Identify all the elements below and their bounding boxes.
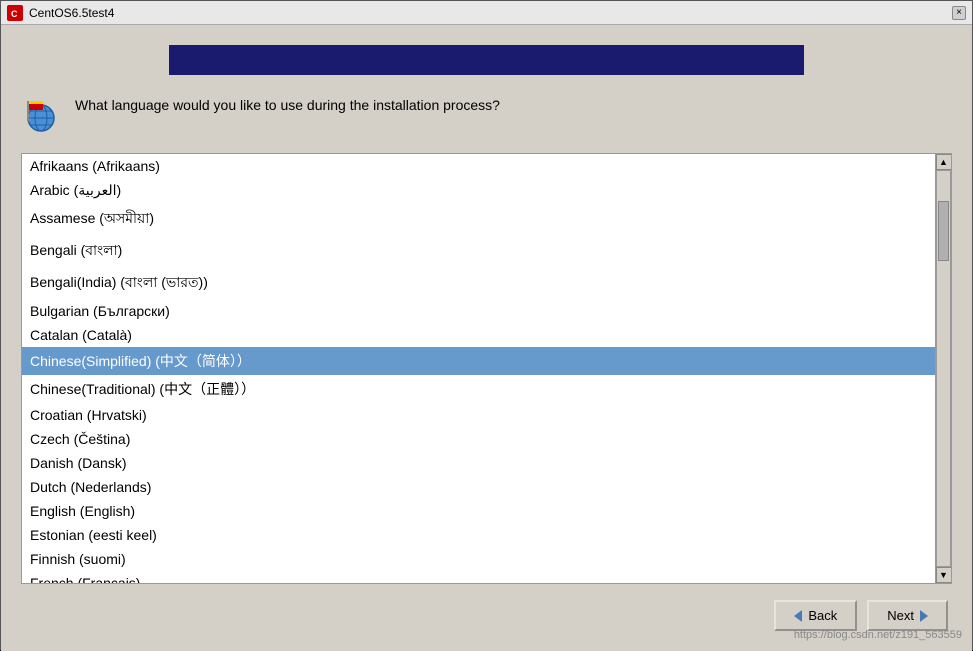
- flag-icon: [21, 95, 61, 135]
- watermark: https://blog.csdn.net/z191_563559: [794, 629, 962, 641]
- language-list-container: Afrikaans (Afrikaans)Arabic (العربية)Ass…: [21, 153, 952, 584]
- scroll-thumb[interactable]: [938, 201, 949, 261]
- language-item-arabic[interactable]: Arabic (العربية): [22, 178, 935, 203]
- language-item-chinese-traditional[interactable]: Chinese(Traditional) (中文（正體））: [22, 375, 935, 403]
- question-text: What language would you like to use duri…: [75, 95, 500, 116]
- content-area: What language would you like to use duri…: [1, 25, 972, 651]
- language-item-danish[interactable]: Danish (Dansk): [22, 451, 935, 475]
- scroll-down-arrow[interactable]: ▼: [936, 567, 952, 583]
- button-row: Back Next: [21, 600, 952, 631]
- svg-text:C: C: [11, 9, 18, 19]
- back-label: Back: [808, 608, 837, 623]
- window-icon: C: [7, 5, 23, 21]
- language-item-bengali-india[interactable]: Bengali(India) (বাংলা (ভারত)): [22, 267, 935, 299]
- language-item-afrikaans[interactable]: Afrikaans (Afrikaans): [22, 154, 935, 178]
- language-item-finnish[interactable]: Finnish (suomi): [22, 547, 935, 571]
- next-label: Next: [887, 608, 914, 623]
- question-row: What language would you like to use duri…: [21, 95, 952, 135]
- back-arrow-icon: [794, 610, 802, 622]
- header-banner: [169, 45, 804, 75]
- scroll-up-arrow[interactable]: ▲: [936, 154, 952, 170]
- titlebar: C CentOS6.5test4 ×: [1, 1, 972, 25]
- next-button[interactable]: Next: [867, 600, 948, 631]
- language-item-english[interactable]: English (English): [22, 499, 935, 523]
- scrollbar[interactable]: ▲ ▼: [935, 154, 951, 583]
- language-list[interactable]: Afrikaans (Afrikaans)Arabic (العربية)Ass…: [22, 154, 935, 583]
- close-button[interactable]: ×: [952, 6, 966, 20]
- language-item-croatian[interactable]: Croatian (Hrvatski): [22, 403, 935, 427]
- back-button[interactable]: Back: [774, 600, 857, 631]
- main-window: C CentOS6.5test4 ×: [0, 0, 973, 650]
- language-item-chinese-simplified[interactable]: Chinese(Simplified) (中文（简体））: [22, 347, 935, 375]
- scroll-track: [936, 170, 951, 567]
- window-title: CentOS6.5test4: [29, 6, 946, 20]
- language-item-estonian[interactable]: Estonian (eesti keel): [22, 523, 935, 547]
- next-arrow-icon: [920, 610, 928, 622]
- language-item-dutch[interactable]: Dutch (Nederlands): [22, 475, 935, 499]
- language-item-catalan[interactable]: Catalan (Català): [22, 323, 935, 347]
- language-item-czech[interactable]: Czech (Čeština): [22, 427, 935, 451]
- language-item-french[interactable]: French (Français): [22, 571, 935, 583]
- language-item-assamese[interactable]: Assamese (অসমীয়া): [22, 203, 935, 235]
- language-item-bengali[interactable]: Bengali (বাংলা): [22, 235, 935, 267]
- language-item-bulgarian[interactable]: Bulgarian (Български): [22, 299, 935, 323]
